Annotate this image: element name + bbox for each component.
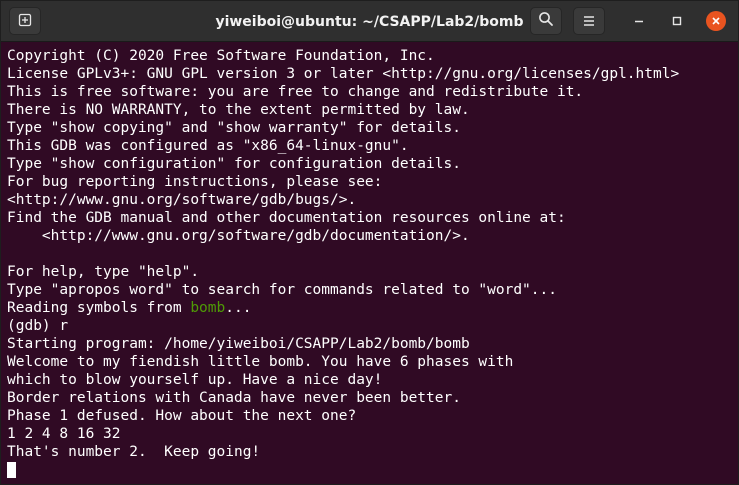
terminal-line-reading-symbols: Reading symbols from bomb... xyxy=(7,299,738,317)
maximize-icon xyxy=(671,12,683,31)
terminal-line: That's number 2. Keep going! xyxy=(7,444,261,460)
terminal-line: <http://www.gnu.org/software/gdb/bugs/>. xyxy=(7,192,357,208)
terminal-output[interactable]: Copyright (C) 2020 Free Software Foundat… xyxy=(1,42,738,484)
terminal-line: Phase 1 defused. How about the next one? xyxy=(7,408,357,424)
terminal-line: <http://www.gnu.org/software/gdb/documen… xyxy=(7,228,470,244)
minimize-icon xyxy=(633,12,645,31)
close-button[interactable] xyxy=(706,11,726,31)
terminal-line: which to blow yourself up. Have a nice d… xyxy=(7,372,383,388)
terminal-line: License GPLv3+: GNU GPL version 3 or lat… xyxy=(7,66,680,82)
terminal-line: This GDB was configured as "x86_64-linux… xyxy=(7,138,409,154)
terminal-line: 1 2 4 8 16 32 xyxy=(7,426,121,442)
title-bar[interactable]: yiweiboi@ubuntu: ~/CSAPP/Lab2/bomb xyxy=(1,1,738,42)
terminal-line: Find the GDB manual and other documentat… xyxy=(7,210,566,226)
terminal-line: Type "apropos word" to search for comman… xyxy=(7,282,557,298)
search-icon xyxy=(538,11,554,31)
terminal-line: Welcome to my fiendish little bomb. You … xyxy=(7,354,514,370)
close-icon xyxy=(706,11,726,31)
terminal-line: There is NO WARRANTY, to the extent perm… xyxy=(7,102,470,118)
terminal-line: This is free software: you are free to c… xyxy=(7,84,584,100)
window-title: yiweiboi@ubuntu: ~/CSAPP/Lab2/bomb xyxy=(215,13,524,30)
terminal-line: Border relations with Canada have never … xyxy=(7,390,461,406)
terminal-line: For bug reporting instructions, please s… xyxy=(7,174,383,190)
terminal-line: Type "show copying" and "show warranty" … xyxy=(7,120,461,136)
text-cursor xyxy=(7,462,16,478)
terminal-window: yiweiboi@ubuntu: ~/CSAPP/Lab2/bomb Copyr… xyxy=(0,0,739,485)
hamburger-menu-icon xyxy=(582,12,596,31)
terminal-line: Type "show configuration" for configurat… xyxy=(7,156,461,172)
terminal-line: (gdb) r xyxy=(7,318,69,334)
terminal-line: Starting program: /home/yiweiboi/CSAPP/L… xyxy=(7,336,470,352)
terminal-line: Copyright (C) 2020 Free Software Foundat… xyxy=(7,48,435,64)
maximize-button[interactable] xyxy=(667,11,687,31)
terminal-line: For help, type "help". xyxy=(7,264,200,280)
reading-symbols-prefix: Reading symbols from xyxy=(7,300,191,316)
executable-filename: bomb xyxy=(190,300,226,316)
reading-symbols-suffix: ... xyxy=(225,300,252,316)
search-button[interactable] xyxy=(530,7,562,35)
terminal-prompt-line[interactable] xyxy=(7,461,738,479)
minimize-button[interactable] xyxy=(629,11,649,31)
menu-button[interactable] xyxy=(573,7,605,35)
